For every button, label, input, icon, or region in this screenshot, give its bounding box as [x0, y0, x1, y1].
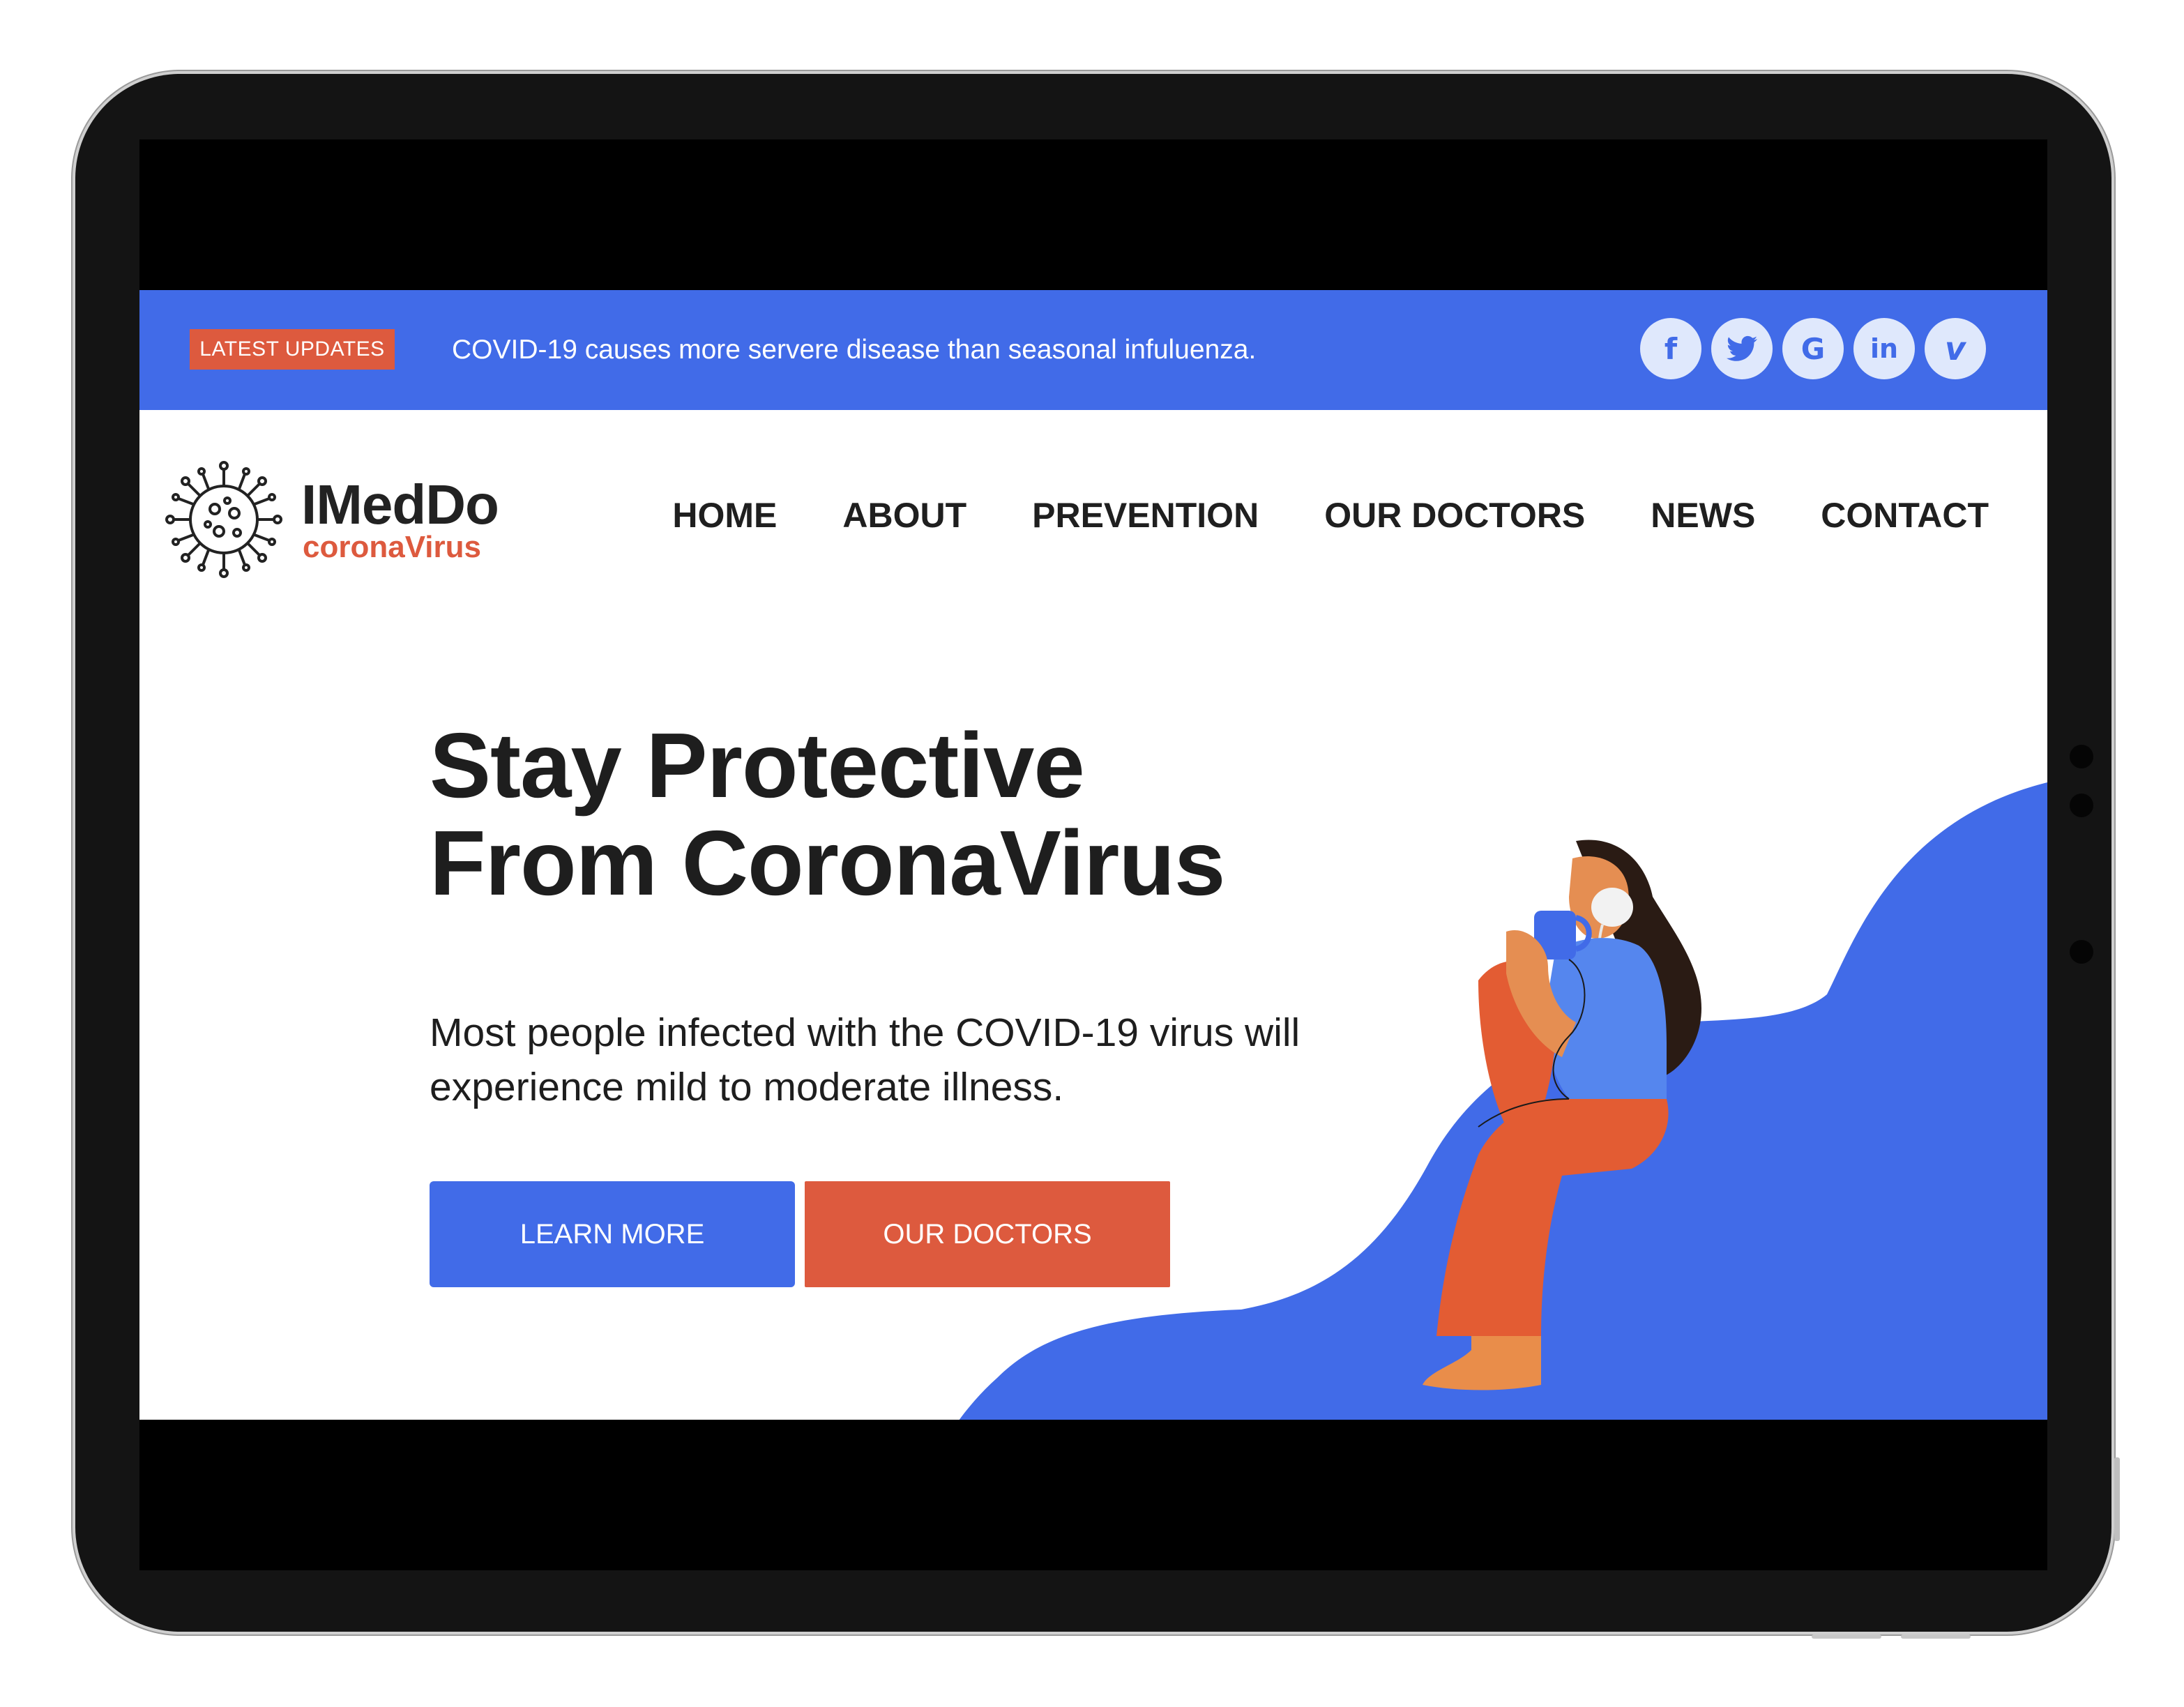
social-links: f G in v — [1640, 318, 1986, 379]
news-ticker[interactable]: COVID-19 causes more servere disease tha… — [452, 331, 1256, 370]
nav-contact[interactable]: CONTACT — [1821, 495, 1989, 536]
web-page: LATEST UPDATES COVID-19 causes more serv… — [139, 290, 2047, 1420]
main-nav: HOME ABOUT PREVENTION OUR DOCTORS NEWS C… — [672, 495, 1989, 536]
learn-more-button[interactable]: LEARN MORE — [430, 1181, 795, 1287]
woman-with-mask-illustration — [1423, 840, 1701, 1390]
hero-description: Most people infected with the COVID-19 v… — [430, 1010, 1300, 1109]
nav-about[interactable]: ABOUT — [842, 495, 966, 536]
nav-our-doctors[interactable]: OUR DOCTORS — [1324, 495, 1585, 536]
camera-dot — [2070, 745, 2093, 768]
latest-updates-badge: LATEST UPDATES — [190, 329, 395, 370]
device-tab — [1901, 1634, 1971, 1639]
site-header: IMedDo coronaVirus HOME ABOUT PREVENTION… — [139, 410, 2047, 640]
hero-title-line1: Stay Protective — [430, 714, 1085, 817]
virus-icon[interactable] — [165, 460, 283, 579]
vimeo-icon[interactable]: v — [1925, 318, 1986, 379]
nav-prevention[interactable]: PREVENTION — [1032, 495, 1259, 536]
announcement-bar: LATEST UPDATES COVID-19 causes more serv… — [139, 290, 2047, 410]
camera-dot — [2070, 940, 2093, 964]
brand-name[interactable]: IMedDo — [301, 473, 499, 537]
camera-dot — [2070, 794, 2093, 817]
device-tab — [1812, 1634, 1881, 1639]
hero-title: Stay Protective From CoronaVirus — [430, 714, 1225, 914]
brand-subtitle: coronaVirus — [303, 530, 481, 564]
nav-home[interactable]: HOME — [672, 495, 777, 536]
twitter-icon[interactable] — [1711, 318, 1773, 379]
nav-news[interactable]: NEWS — [1651, 495, 1755, 536]
volume-button — [2114, 1457, 2120, 1541]
tablet-screen: LATEST UPDATES COVID-19 causes more serv… — [139, 139, 2047, 1570]
facebook-icon[interactable]: f — [1640, 318, 1701, 379]
hero-title-line2: From CoronaVirus — [430, 812, 1225, 914]
our-doctors-button[interactable]: OUR DOCTORS — [805, 1181, 1170, 1287]
linkedin-icon[interactable]: in — [1853, 318, 1915, 379]
google-icon[interactable]: G — [1782, 318, 1844, 379]
